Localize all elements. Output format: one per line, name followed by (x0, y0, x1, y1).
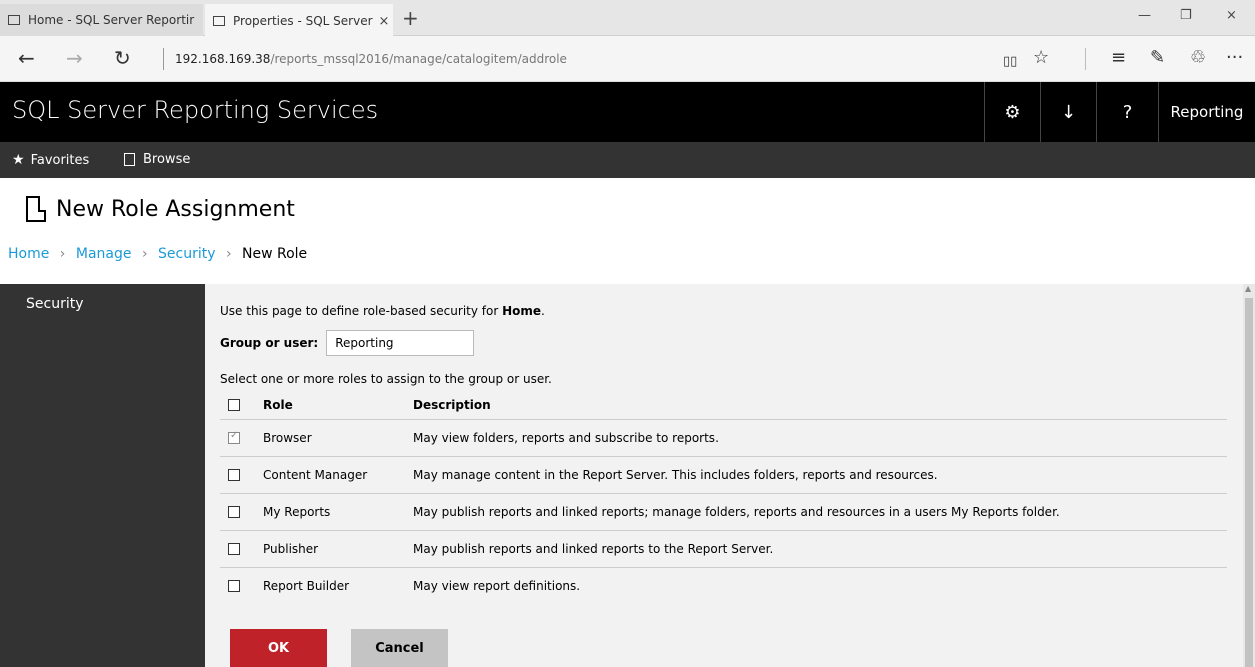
role-checkbox-my-reports[interactable] (228, 506, 240, 518)
browser-tab-home[interactable]: Home - SQL Server Reportir (0, 4, 203, 36)
tab-title: Home - SQL Server Reportir (28, 13, 195, 27)
table-row: Report Builder May view report definitio… (220, 568, 1227, 605)
role-table: Role Description Browser May view folder… (220, 392, 1227, 605)
more-icon[interactable]: ··· (1226, 46, 1243, 70)
url-host: 192.168.169.38 (175, 52, 271, 66)
cancel-button[interactable]: Cancel (351, 629, 448, 667)
scrollbar-thumb[interactable] (1245, 298, 1253, 667)
table-row: My Reports May publish reports and linke… (220, 494, 1227, 531)
role-checkbox-publisher[interactable] (228, 543, 240, 555)
role-checkbox-browser[interactable] (228, 430, 240, 444)
address-bar: ← → ↻ 192.168.169.38/reports_mssql2016/m… (0, 36, 1255, 82)
breadcrumb-current: New Role (242, 246, 308, 262)
user-menu-button[interactable]: Reporting (1158, 82, 1255, 142)
url-divider (163, 48, 164, 70)
url-path: /reports_mssql2016/manage/catalogitem/ad… (270, 52, 567, 66)
column-header-role: Role (263, 398, 293, 412)
hub-icon[interactable]: ≡ (1111, 46, 1126, 70)
intro-text: Use this page to define role-based secur… (220, 304, 545, 318)
breadcrumb-security[interactable]: Security (158, 246, 216, 262)
ok-button[interactable]: OK (230, 629, 327, 667)
new-tab-button[interactable]: + (402, 6, 419, 30)
role-checkbox-content-manager[interactable] (228, 469, 240, 481)
page-title: New Role Assignment (26, 196, 295, 222)
favorites-link[interactable]: ★ Favorites (12, 152, 89, 168)
download-icon[interactable]: ↓ (1040, 82, 1096, 142)
table-row: Publisher May publish reports and linked… (220, 531, 1227, 568)
select-all-checkbox[interactable] (228, 399, 240, 411)
table-row: Content Manager May manage content in th… (220, 457, 1227, 494)
role-description: May view folders, reports and subscribe … (413, 431, 719, 445)
breadcrumb-separator: › (59, 246, 66, 262)
breadcrumb-manage[interactable]: Manage (76, 246, 132, 262)
role-name: Browser (263, 431, 312, 445)
role-description: May publish reports and linked reports; … (413, 505, 1060, 519)
intro-prefix: Use this page to define role-based secur… (220, 304, 503, 318)
minimize-icon[interactable]: — (1138, 8, 1151, 23)
role-name: My Reports (263, 505, 331, 519)
role-description: May view report definitions. (413, 579, 581, 593)
close-window-icon[interactable]: × (1226, 8, 1237, 23)
browser-tab-properties[interactable]: Properties - SQL Server × (205, 4, 393, 36)
forward-arrow-icon[interactable]: → (66, 46, 83, 70)
browse-link[interactable]: Browse (124, 152, 190, 167)
back-arrow-icon[interactable]: ← (18, 46, 35, 70)
role-name: Publisher (263, 542, 319, 556)
settings-gear-icon[interactable]: ⚙ (984, 82, 1040, 142)
restore-icon[interactable]: ❐ (1180, 8, 1192, 23)
role-description: May manage content in the Report Server.… (413, 468, 938, 482)
folder-page-icon (26, 196, 46, 222)
select-roles-instruction: Select one or more roles to assign to th… (220, 372, 552, 386)
help-icon[interactable]: ? (1096, 82, 1158, 142)
toolbar-divider (1085, 48, 1086, 70)
tab-title: Properties - SQL Server (233, 14, 373, 28)
page-icon (8, 15, 20, 25)
favorites-label: Favorites (30, 152, 90, 168)
role-name: Report Builder (263, 579, 350, 593)
role-name: Content Manager (263, 468, 368, 482)
breadcrumb-separator: › (225, 246, 232, 262)
scroll-up-icon[interactable]: ▲ (1245, 284, 1251, 293)
sidebar-item-security[interactable]: Security (26, 296, 84, 312)
breadcrumb: Home › Manage › Security › New Role (8, 246, 307, 262)
close-tab-icon[interactable]: × (373, 14, 390, 29)
page-icon (213, 16, 225, 26)
web-note-icon[interactable]: ✎ (1150, 46, 1165, 70)
favorite-star-icon[interactable]: ☆ (1033, 46, 1049, 70)
group-or-user-label: Group or user: (220, 336, 319, 350)
page-title-text: New Role Assignment (56, 196, 295, 222)
table-row: Browser May view folders, reports and su… (220, 420, 1227, 457)
main-content: Use this page to define role-based secur… (205, 284, 1243, 667)
app-header: SQL Server Reporting Services ⚙ ↓ ? Repo… (0, 82, 1255, 142)
intro-suffix: . (541, 304, 545, 318)
content-scrollbar[interactable]: ▲ (1243, 284, 1255, 667)
role-table-header: Role Description (220, 392, 1227, 420)
breadcrumb-home[interactable]: Home (8, 246, 49, 262)
group-or-user-row: Group or user: (220, 330, 475, 356)
browse-label: Browse (143, 152, 191, 167)
reading-view-icon[interactable]: ▯▯ (1003, 50, 1017, 74)
refresh-icon[interactable]: ↻ (114, 46, 131, 70)
intro-item: Home (502, 304, 542, 318)
breadcrumb-separator: › (141, 246, 148, 262)
column-header-description: Description (413, 398, 491, 412)
role-description: May publish reports and linked reports t… (413, 542, 774, 556)
url-field[interactable]: 192.168.169.38/reports_mssql2016/manage/… (175, 52, 567, 66)
sidebar: Security (0, 284, 205, 667)
browser-tab-strip: Home - SQL Server Reportir Properties - … (0, 0, 1255, 36)
group-or-user-input[interactable] (326, 330, 475, 356)
share-icon[interactable]: ♲ (1190, 46, 1206, 70)
app-title[interactable]: SQL Server Reporting Services (12, 96, 378, 124)
star-icon: ★ (12, 152, 25, 168)
app-nav-bar: ★ Favorites Browse (0, 142, 1255, 178)
role-checkbox-report-builder[interactable] (228, 580, 240, 592)
browse-page-icon (124, 153, 135, 166)
